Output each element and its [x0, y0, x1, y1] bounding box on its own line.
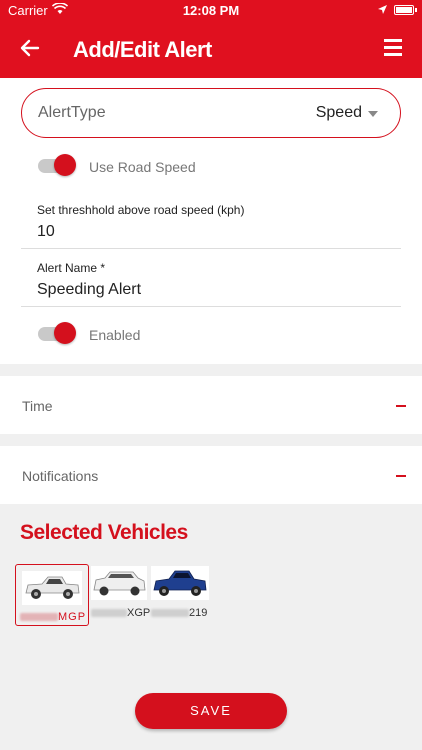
alert-type-label: AlertType — [38, 104, 106, 121]
vehicle-card-3[interactable]: 219 — [151, 566, 211, 626]
status-bar: Carrier 12:08 PM — [0, 0, 422, 22]
page-title: Add/Edit Alert — [73, 37, 212, 62]
time-section[interactable]: Time — [0, 376, 422, 434]
vehicle-card-2[interactable]: XGP — [91, 566, 151, 626]
battery-icon — [394, 5, 414, 15]
alert-type-value: Speed — [315, 104, 362, 121]
threshold-label: Set threshhold above road speed (kph) — [37, 203, 245, 217]
vehicle-card-1[interactable]: MGP — [15, 564, 89, 626]
use-road-speed-label: Use Road Speed — [89, 159, 196, 175]
alert-type-dropdown[interactable]: AlertType Speed — [21, 88, 401, 138]
enabled-toggle[interactable] — [38, 322, 76, 344]
save-button[interactable]: SAVE — [135, 693, 287, 729]
threshold-input[interactable]: 10 — [37, 223, 55, 241]
alert-name-input[interactable]: Speeding Alert — [37, 281, 141, 299]
vehicle-plate: MGP — [20, 611, 86, 623]
divider — [21, 248, 401, 249]
vehicle-plate: 219 — [151, 607, 207, 619]
dropdown-caret-icon — [368, 111, 378, 117]
location-icon — [377, 3, 388, 18]
back-arrow-icon[interactable] — [16, 34, 44, 62]
pickup-truck-blue-image — [151, 566, 209, 600]
alert-name-label: Alert Name * — [37, 261, 106, 275]
vehicle-plate: XGP — [91, 607, 150, 619]
menu-icon[interactable] — [384, 39, 402, 57]
notifications-section[interactable]: Notifications — [0, 446, 422, 504]
divider — [21, 306, 401, 307]
time-section-label: Time — [22, 398, 53, 414]
alert-form: AlertType Speed Use Road Speed Set thres… — [0, 78, 422, 364]
collapse-minus-icon[interactable] — [396, 475, 406, 477]
clock: 12:08 PM — [182, 3, 240, 18]
use-road-speed-toggle[interactable] — [38, 154, 76, 176]
selected-vehicles-title: Selected Vehicles — [20, 521, 188, 544]
battery-tip — [415, 8, 417, 12]
pickup-truck-image — [22, 571, 82, 605]
collapse-minus-icon[interactable] — [396, 405, 406, 407]
suv-image — [91, 566, 147, 600]
notifications-section-label: Notifications — [22, 468, 99, 484]
nav-bar: Add/Edit Alert — [0, 22, 422, 78]
enabled-label: Enabled — [89, 327, 141, 343]
